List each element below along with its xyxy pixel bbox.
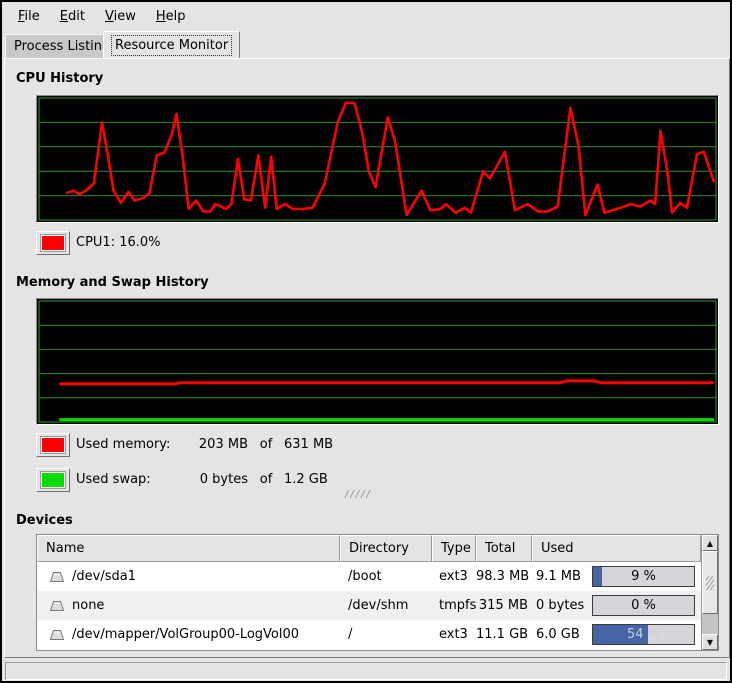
tab-resource-monitor[interactable]: Resource Monitor — [103, 31, 240, 58]
column-header-name[interactable]: Name — [37, 535, 340, 562]
cpu-color-swatch — [41, 235, 65, 251]
device-directory-cell: /boot — [340, 569, 432, 584]
device-directory-cell: / — [340, 627, 432, 642]
tabstrip: Process Listing Resource Monitor — [4, 31, 728, 58]
used-memory-label: Used memory: — [76, 433, 182, 457]
used-memory-value: 203 MB — [182, 433, 248, 457]
notebook-body: CPU History CPU1: 16.0% Memory and Swap … — [4, 58, 730, 658]
statusbar — [5, 662, 727, 680]
used-memory-color-swatch — [41, 437, 65, 453]
device-used-cell: 6.0 GB 54 % — [532, 624, 701, 645]
app-window: File Edit View Help Process Listing Reso… — [0, 0, 732, 683]
menu-file[interactable]: File — [8, 4, 50, 29]
menu-help[interactable]: Help — [146, 4, 196, 29]
cpu-color-button[interactable] — [36, 231, 70, 255]
menu-edit[interactable]: Edit — [50, 4, 95, 29]
column-header-used[interactable]: Used — [532, 535, 701, 562]
device-directory-cell: /dev/shm — [340, 598, 432, 613]
device-name: /dev/mapper/VolGroup00-LogVol00 — [72, 627, 299, 642]
usage-progress-bar: 54 % — [592, 624, 695, 645]
menu-view[interactable]: View — [95, 4, 146, 29]
device-type-cell: ext3 — [432, 627, 476, 642]
usage-progress-label: 0 % — [593, 596, 694, 615]
device-total-cell: 315 MB — [476, 598, 532, 613]
device-used-cell: 0 bytes 0 % — [532, 595, 701, 616]
devices-scrollbar[interactable]: ▲ ▼ — [701, 535, 718, 650]
disk-icon — [49, 600, 65, 612]
device-name: /dev/sda1 — [72, 569, 136, 584]
cpu-legend-label: CPU1: 16.0% — [76, 231, 161, 255]
memory-swap-history-graph — [36, 298, 719, 425]
pane-resize-grip[interactable]: ///// — [345, 489, 372, 500]
table-row[interactable]: /dev/mapper/VolGroup00-LogVol00 /ext311.1… — [37, 620, 701, 649]
tab-resource-monitor-label: Resource Monitor — [112, 36, 231, 55]
used-memory-total: 631 MB — [284, 433, 389, 457]
cpu-section-title: CPU History — [16, 71, 103, 86]
devices-table: Name Directory Type Total Used /dev/sda1… — [36, 534, 719, 651]
used-swap-label: Used swap: — [76, 468, 182, 492]
usage-progress-bar: 9 % — [592, 566, 695, 587]
used-swap-legend: Used swap: 0 bytes of 1.2 GB — [76, 468, 389, 492]
usage-progress-label: 9 % — [593, 567, 694, 586]
devices-section-title: Devices — [16, 513, 73, 528]
used-swap-of: of — [248, 468, 284, 492]
usage-progress-label: 54 % — [593, 625, 694, 644]
device-used-value: 6.0 GB — [536, 627, 580, 642]
device-total-cell: 11.1 GB — [476, 627, 532, 642]
usage-progress-bar: 0 % — [592, 595, 695, 616]
device-name-cell: /dev/mapper/VolGroup00-LogVol00 — [37, 627, 340, 642]
devices-table-header: Name Directory Type Total Used — [37, 535, 701, 562]
table-row[interactable]: none/dev/shmtmpfs315 MB 0 bytes 0 % — [37, 591, 701, 620]
device-used-cell: 9.1 MB 9 % — [532, 566, 701, 587]
used-swap-color-button[interactable] — [36, 468, 70, 492]
column-header-directory[interactable]: Directory — [340, 535, 432, 562]
device-name-cell: /dev/sda1 — [37, 569, 340, 584]
column-header-type[interactable]: Type — [432, 535, 476, 562]
devices-table-inner: Name Directory Type Total Used /dev/sda1… — [37, 535, 701, 650]
scroll-up-icon[interactable]: ▲ — [702, 535, 718, 551]
scroll-down-icon[interactable]: ▼ — [702, 634, 718, 650]
device-type-cell: ext3 — [432, 569, 476, 584]
used-swap-total: 1.2 GB — [284, 468, 389, 492]
table-row[interactable]: /dev/sda1/bootext398.3 MB 9.1 MB 9 % — [37, 562, 701, 591]
scrollbar-thumb[interactable] — [702, 551, 718, 614]
disk-icon — [49, 629, 65, 641]
used-memory-of: of — [248, 433, 284, 457]
used-memory-color-button[interactable] — [36, 433, 70, 457]
device-used-value: 0 bytes — [536, 598, 584, 613]
device-used-value: 9.1 MB — [536, 569, 581, 584]
device-total-cell: 98.3 MB — [476, 569, 532, 584]
column-header-total[interactable]: Total — [476, 535, 532, 562]
used-memory-legend: Used memory: 203 MB of 631 MB — [76, 433, 389, 457]
memory-section-title: Memory and Swap History — [16, 275, 209, 290]
disk-icon — [49, 571, 65, 583]
used-swap-color-swatch — [41, 472, 65, 488]
used-swap-value: 0 bytes — [182, 468, 248, 492]
device-type-cell: tmpfs — [432, 598, 476, 613]
device-name-cell: none — [37, 598, 340, 613]
cpu-history-graph — [36, 95, 719, 223]
device-name: none — [72, 598, 104, 613]
devices-table-body: /dev/sda1/bootext398.3 MB9.1 MB9 %none/d… — [37, 562, 701, 649]
menubar: File Edit View Help — [4, 2, 728, 30]
